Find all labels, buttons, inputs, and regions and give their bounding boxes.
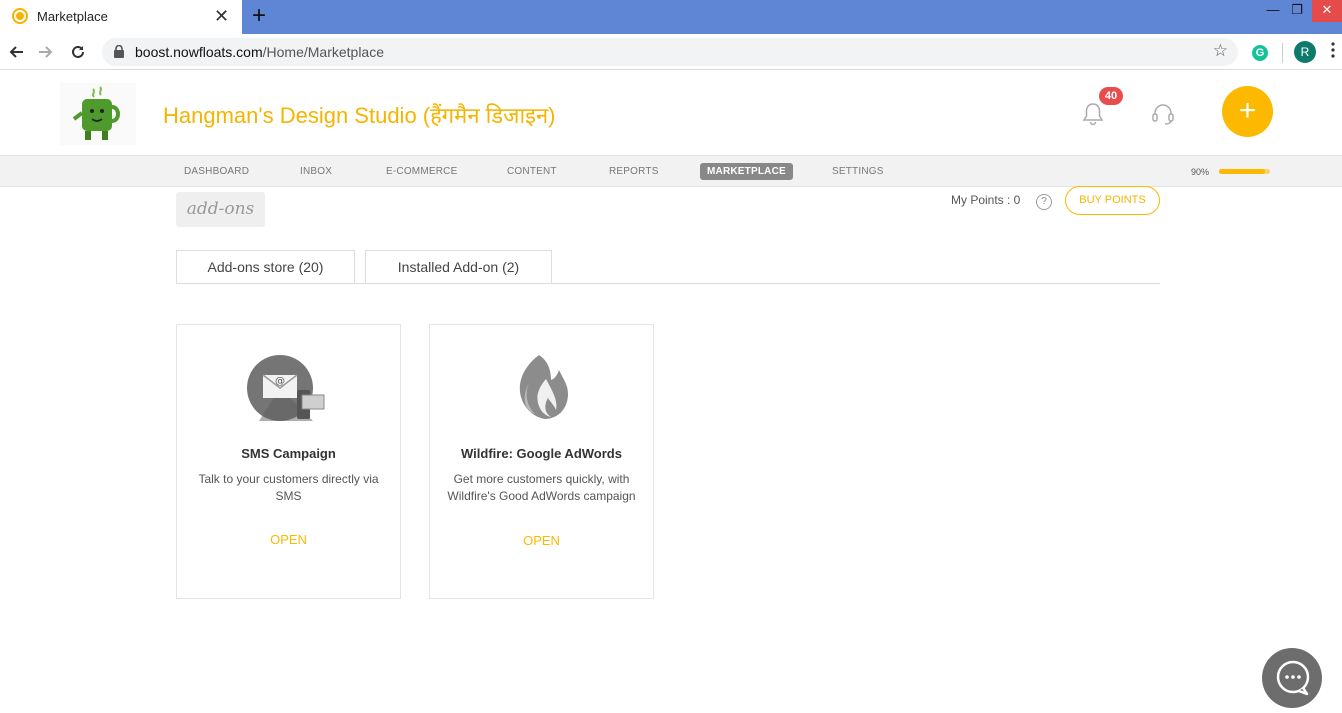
addon-card-wildfire: Wildfire: Google AdWords Get more custom… [429,324,654,599]
tab-close-icon[interactable]: ✕ [214,6,229,26]
forward-icon[interactable] [34,40,58,64]
main-nav: DASHBOARD INBOX E-COMMERCE CONTENT REPOR… [0,155,1342,187]
browser-toolbar: boost.nowfloats.com/Home/Marketplace ☆ [0,34,1342,70]
add-button[interactable]: + [1222,86,1273,137]
chat-widget-button[interactable] [1262,648,1322,708]
url-text: boost.nowfloats.com/Home/Marketplace [135,44,385,60]
lock-icon [114,45,124,58]
addon-card-sms: @ SMS Campaign Talk to your customers di… [176,324,401,599]
new-tab-button[interactable]: + [252,3,266,29]
points-label: My Points : 0 [951,193,1021,207]
help-icon[interactable]: ? [1036,194,1052,210]
nav-item-ecommerce[interactable]: E-COMMERCE [386,166,457,177]
tab-addons-store[interactable]: Add-ons store (20) [176,250,355,283]
profile-completion-text: 90% [1191,167,1210,177]
nav-item-marketplace[interactable]: MARKETPLACE [700,163,793,180]
nav-item-reports[interactable]: REPORTS [609,166,659,177]
toolbar-divider [1282,43,1283,63]
addon-description: Talk to your customers directly via SMS [198,472,379,503]
business-name[interactable]: Hangman's Design Studio (हैंगमैन डिजाइन) [163,100,556,130]
nav-item-inbox[interactable]: INBOX [300,166,332,177]
site-favicon-icon [12,8,28,24]
support-headset-icon[interactable] [1151,102,1175,126]
tab-installed-addon[interactable]: Installed Add-on (2) [365,250,552,284]
menu-icon[interactable] [1330,42,1336,58]
nav-item-content[interactable]: CONTENT [507,166,557,177]
tab-title: Marketplace [37,9,108,24]
addon-description: Get more customers quickly, with Wildfir… [447,472,636,503]
addon-title: SMS Campaign [241,446,336,461]
svg-text:@: @ [275,376,285,387]
addon-title: Wildfire: Google AdWords [461,446,622,461]
back-icon[interactable] [4,40,28,64]
star-icon[interactable]: ☆ [1213,41,1228,61]
grammarly-extension-icon[interactable]: G [1252,45,1268,61]
open-button[interactable]: OPEN [177,532,400,547]
profile-completion-bar [1219,169,1270,174]
notification-count-badge: 40 [1099,87,1123,105]
nav-item-settings[interactable]: SETTINGS [832,166,884,177]
browser-tab-strip: Marketplace ✕ + — ❐ ✕ [0,0,1342,34]
chat-bubble-icon [1276,660,1310,696]
buy-points-button[interactable]: BUY POINTS [1065,186,1160,215]
business-logo[interactable] [60,83,136,145]
profile-avatar[interactable]: R [1294,41,1316,63]
nav-item-dashboard[interactable]: DASHBOARD [184,166,249,177]
reload-icon[interactable] [66,40,90,64]
open-button[interactable]: OPEN [430,533,653,548]
tabs-divider [176,283,1160,284]
profile-completion-fill [1219,169,1265,174]
site-header: Hangman's Design Studio (हैंगमैन डिजाइन)… [0,71,1342,155]
address-bar[interactable]: boost.nowfloats.com/Home/Marketplace ☆ [102,38,1238,66]
window-close-button[interactable]: ✕ [1312,0,1342,22]
flame-icon [519,355,568,419]
email-sms-icon: @ [247,355,325,421]
notification-bell-icon[interactable] [1082,102,1104,126]
window-maximize-button[interactable]: ❐ [1282,0,1312,22]
section-title-chip: add-ons [176,192,265,227]
browser-tab[interactable]: Marketplace ✕ [0,0,242,34]
